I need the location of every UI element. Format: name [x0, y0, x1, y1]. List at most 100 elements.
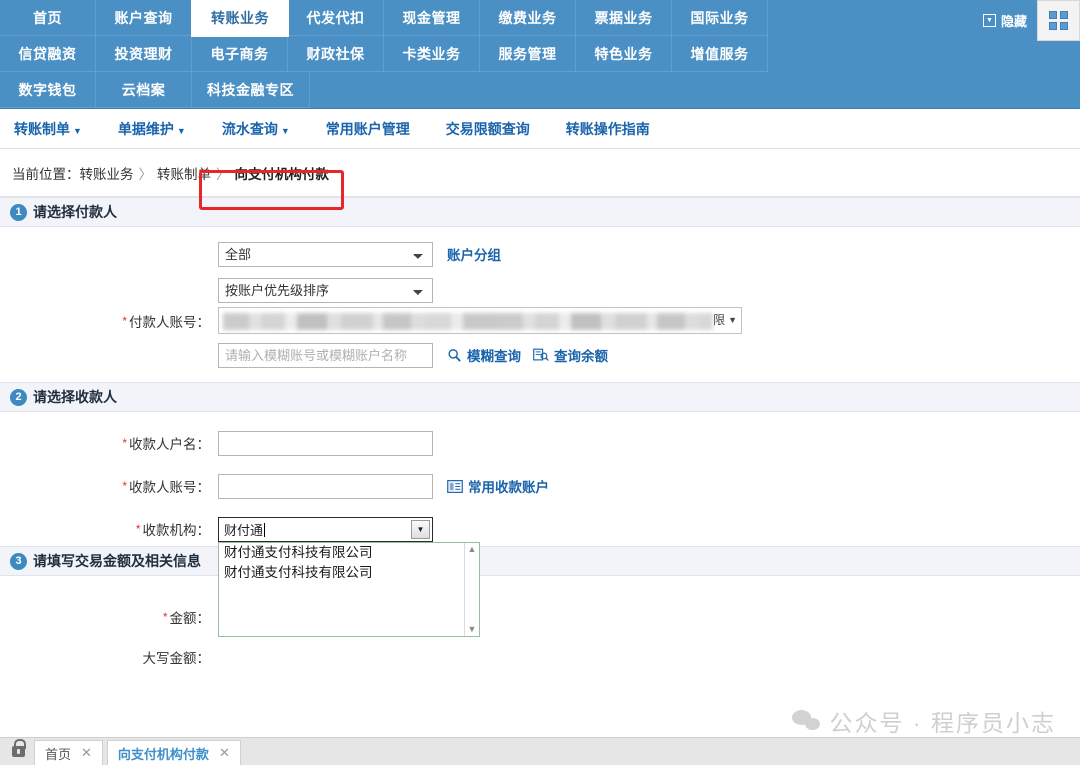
sub-navigation: 转账制单 ▼ 单据维护 ▼ 流水查询 ▼ 常用账户管理 交易限额查询 转账操作指南	[0, 109, 1080, 149]
nav-item-payment-business[interactable]: 缴费业务	[480, 0, 576, 36]
account-sort-select[interactable]: 按账户优先级排序	[218, 277, 433, 303]
nav-item-featured-business[interactable]: 特色业务	[576, 36, 672, 72]
triangle-up-icon[interactable]: ▲	[468, 544, 477, 554]
row-capital-amount: 大写金额：	[0, 644, 1080, 670]
payee-organization-value: 财付通	[224, 520, 265, 539]
top-nav-right-controls: ▼ 隐藏	[982, 0, 1080, 41]
dropdown-option[interactable]: 财付通支付科技有限公司	[219, 543, 479, 563]
grid-menu-icon	[1049, 10, 1068, 30]
fuzzy-search-input[interactable]	[218, 342, 433, 368]
row-payee-account: * 收款人账号： 常用收款账户	[0, 473, 1080, 499]
section-header-transaction-amount: 3 请填写交易金额及相关信息	[0, 546, 1080, 576]
required-asterisk: *	[135, 522, 141, 536]
nav-item-fiscal-social-security[interactable]: 财政社保	[288, 36, 384, 72]
payee-organization-dropdown-list[interactable]: 财付通支付科技有限公司 财付通支付科技有限公司 ▲ ▼	[218, 541, 480, 637]
top-navigation: 首页 账户查询 转账业务 代发代扣 现金管理 缴费业务 票据业务 国际业务 信贷…	[0, 0, 1080, 109]
nav-label: 科技金融专区	[207, 81, 294, 98]
subnav-item-voucher-maintenance[interactable]: 单据维护 ▼	[118, 119, 186, 139]
payer-account-label-text: 付款人账号：	[129, 314, 210, 330]
triangle-down-icon[interactable]: ▼	[468, 624, 477, 634]
breadcrumb: 当前位置： 转账业务 〉 转账制单 〉 向支付机构付款	[12, 163, 329, 183]
section-title: 请选择收款人	[33, 389, 117, 405]
nav-item-cash-management[interactable]: 现金管理	[384, 0, 480, 36]
query-balance-button[interactable]: 查询余额	[533, 345, 608, 365]
account-group-select[interactable]: 全部	[218, 241, 433, 267]
nav-item-tech-finance-zone[interactable]: 科技金融专区	[192, 72, 310, 108]
nav-label: 财政社保	[306, 45, 365, 62]
hide-menu-button[interactable]: ▼ 隐藏	[982, 11, 1027, 30]
top-nav-row-3: 数字钱包 云档案 科技金融专区	[0, 72, 1080, 108]
row-account-sort-controls: 按账户优先级排序	[218, 277, 433, 303]
subnav-item-common-account-management[interactable]: 常用账户管理	[326, 119, 410, 139]
subnav-label: 转账操作指南	[565, 120, 650, 137]
lock-icon	[6, 738, 30, 764]
close-icon[interactable]: ✕	[81, 745, 92, 761]
breadcrumb-item-transfer-business[interactable]: 转账业务	[80, 163, 134, 183]
nav-item-international-business[interactable]: 国际业务	[672, 0, 768, 36]
chevron-down-icon[interactable]: ▼	[411, 519, 430, 539]
nav-label: 代发代扣	[306, 9, 365, 26]
step-number-badge: 3	[10, 552, 27, 570]
address-card-icon	[447, 479, 463, 493]
nav-label: 票据业务	[594, 9, 653, 26]
nav-item-service-management[interactable]: 服务管理	[480, 36, 576, 72]
subnav-item-transfer-guide[interactable]: 转账操作指南	[566, 119, 650, 139]
payee-organization-input[interactable]: 财付通 ▼	[218, 516, 433, 542]
amount-label: * 金额：	[0, 607, 218, 627]
nav-item-card-business[interactable]: 卡类业务	[384, 36, 480, 72]
top-nav-row-1: 首页 账户查询 转账业务 代发代扣 现金管理 缴费业务 票据业务 国际业务	[0, 0, 1080, 36]
subnav-item-transaction-limit-query[interactable]: 交易限额查询	[446, 119, 530, 139]
nav-label: 电子商务	[210, 45, 269, 62]
section-body-select-payer: 全部 账户分组 按账户优先级排序 * 付款人账号： 限 ▼ 请输入模糊账号或模糊…	[0, 227, 1080, 382]
payer-account-dropdown-arrow: 限 ▼	[713, 311, 737, 328]
nav-label: 增值服务	[690, 45, 749, 62]
breadcrumb-item-transfer-voucher[interactable]: 转账制单	[157, 163, 211, 183]
hide-menu-label: 隐藏	[1000, 13, 1027, 29]
taskbar-tab-home[interactable]: 首页 ✕	[34, 740, 103, 765]
chevron-down-icon: ▼	[73, 125, 82, 136]
fuzzy-search-label: 模糊查询	[467, 349, 521, 364]
account-group-link[interactable]: 账户分组	[447, 244, 501, 264]
dropdown-scrollbar[interactable]: ▲ ▼	[464, 542, 479, 636]
subnav-label: 常用账户管理	[325, 120, 410, 137]
taskbar-tab-payment-to-institution[interactable]: 向支付机构付款 ✕	[106, 740, 241, 765]
nav-item-account-query[interactable]: 账户查询	[96, 0, 192, 36]
subnav-item-transfer-voucher[interactable]: 转账制单 ▼	[14, 119, 82, 139]
nav-label: 数字钱包	[18, 81, 77, 98]
payee-account-label: * 收款人账号：	[0, 476, 218, 496]
application-window: 首页 账户查询 转账业务 代发代扣 现金管理 缴费业务 票据业务 国际业务 信贷…	[0, 0, 1080, 765]
section-header-select-payer: 1 请选择付款人	[0, 197, 1080, 227]
row-account-group-controls: 全部 账户分组	[218, 241, 501, 267]
fuzzy-search-button[interactable]: 模糊查询	[447, 345, 521, 365]
nav-item-cloud-archive[interactable]: 云档案	[96, 72, 192, 108]
row-payer-account: * 付款人账号： 限 ▼	[0, 307, 1080, 334]
nav-item-credit-financing[interactable]: 信贷融资	[0, 36, 96, 72]
magnifier-icon	[448, 348, 461, 362]
watermark-text: 公众号 · 程序员小志	[829, 710, 1056, 736]
common-payee-accounts-label: 常用收款账户	[468, 480, 549, 495]
nav-item-transfer-business[interactable]: 转账业务	[192, 0, 288, 36]
common-payee-accounts-button[interactable]: 常用收款账户	[447, 476, 549, 496]
nav-item-digital-wallet[interactable]: 数字钱包	[0, 72, 96, 108]
amount-label-text: 金额：	[169, 611, 211, 626]
payee-name-input[interactable]	[218, 430, 433, 456]
watermark: 公众号 · 程序员小志	[791, 704, 1056, 738]
nav-item-payroll-deduction[interactable]: 代发代扣	[288, 0, 384, 36]
nav-item-value-added-services[interactable]: 增值服务	[672, 36, 768, 72]
payee-organization-label-text: 收款机构：	[142, 523, 211, 538]
nav-label: 投资理财	[114, 45, 173, 62]
nav-item-home[interactable]: 首页	[0, 0, 96, 36]
nav-label: 缴费业务	[498, 9, 557, 26]
subnav-item-transaction-query[interactable]: 流水查询 ▼	[222, 119, 290, 139]
nav-item-bill-business[interactable]: 票据业务	[576, 0, 672, 36]
dropdown-option[interactable]: 财付通支付科技有限公司	[219, 563, 479, 583]
payer-account-label: * 付款人账号：	[0, 311, 218, 331]
nav-label: 转账业务	[211, 10, 269, 26]
nav-item-ecommerce[interactable]: 电子商务	[192, 36, 288, 72]
required-asterisk: *	[122, 436, 127, 450]
payee-account-input[interactable]	[218, 473, 433, 499]
payer-account-select[interactable]: 限 ▼	[218, 307, 742, 334]
nav-item-investment[interactable]: 投资理财	[96, 36, 192, 72]
grid-menu-button[interactable]	[1037, 0, 1080, 41]
close-icon[interactable]: ✕	[219, 745, 230, 761]
